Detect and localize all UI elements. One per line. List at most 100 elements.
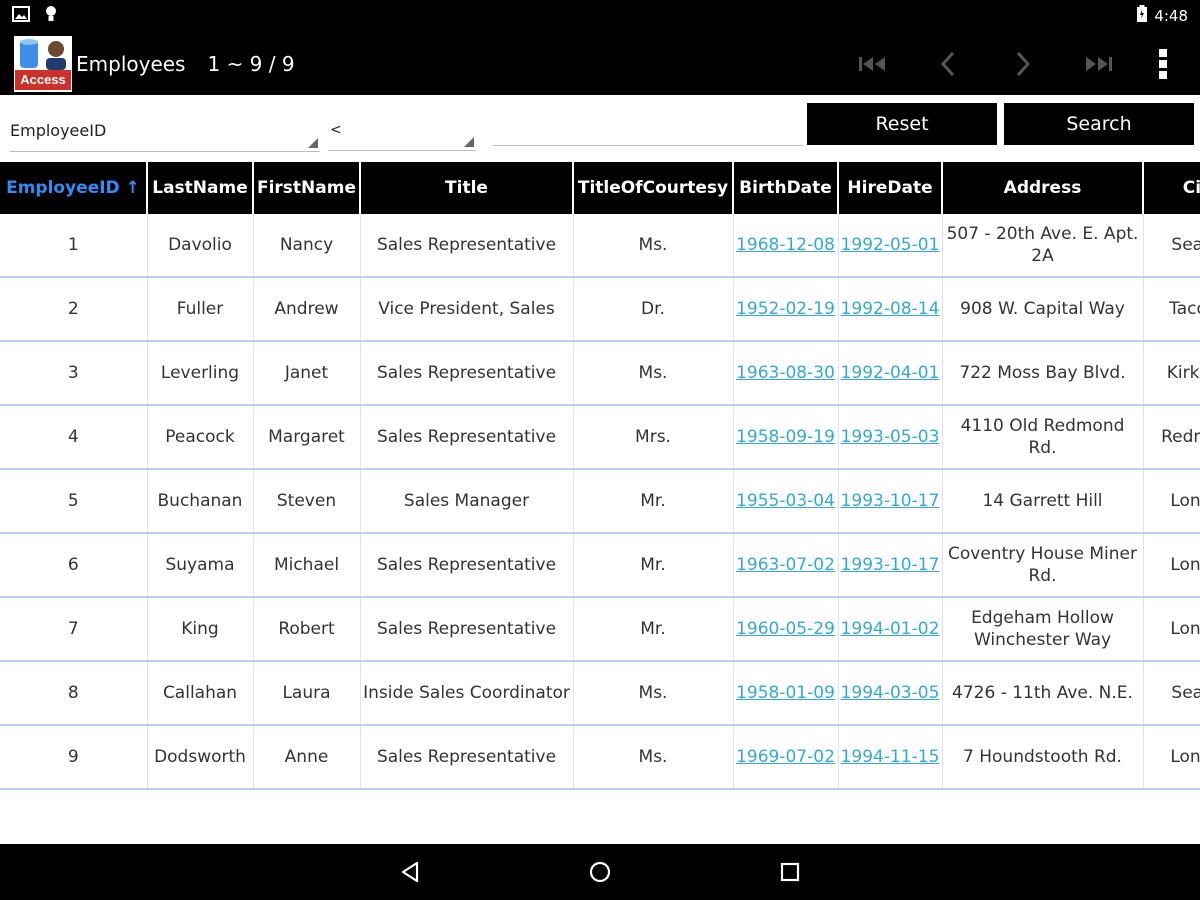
hire-date-link[interactable]: 1994-01-02 [841, 619, 940, 639]
home-icon[interactable] [505, 844, 695, 900]
cell-hire-date: 1993-05-03 [838, 405, 943, 470]
hire-date-link[interactable]: 1992-04-01 [841, 363, 940, 383]
cell-hire-date: 1992-04-01 [838, 341, 943, 406]
cell-address: 4726 - 11th Ave. N.E. [942, 661, 1144, 726]
birth-date-link[interactable]: 1969-07-02 [736, 747, 835, 767]
table-row[interactable]: 5 Buchanan Steven Sales Manager Mr. 1955-03-0… [0, 469, 1200, 534]
cell-first-name: Janet [253, 341, 361, 406]
cell-city: Kirkland [1143, 341, 1200, 406]
cell-address: Coventry House Miner Rd. [942, 533, 1144, 598]
hire-date-link[interactable]: 1993-10-17 [841, 491, 940, 511]
cell-employee-id: 9 [0, 725, 148, 790]
hire-date-link[interactable]: 1993-10-17 [841, 555, 940, 575]
cell-city: Seattle [1143, 661, 1200, 726]
system-nav-bar [0, 844, 1200, 900]
cell-first-name: Steven [253, 469, 361, 534]
birth-date-link[interactable]: 1960-05-29 [736, 619, 835, 639]
cell-first-name: Nancy [253, 214, 361, 278]
birth-date-link[interactable]: 1968-12-08 [736, 235, 835, 255]
status-time: 4:48 [1154, 7, 1188, 25]
pager [835, 32, 1135, 95]
table-row[interactable]: 6 Suyama Michael Sales Representative Mr. 196… [0, 533, 1200, 598]
cell-address: Edgeham Hollow Winchester Way [942, 597, 1144, 662]
overflow-menu-icon[interactable] [1140, 32, 1185, 95]
search-button[interactable]: Search [1004, 103, 1194, 145]
back-icon[interactable] [315, 844, 505, 900]
cell-title: Sales Representative [360, 533, 574, 598]
column-header[interactable]: TitleOfCourtesy [573, 162, 734, 214]
cell-employee-id: 8 [0, 661, 148, 726]
column-header[interactable]: Address [942, 162, 1144, 214]
cell-employee-id: 3 [0, 341, 148, 406]
column-header[interactable]: LastName [147, 162, 254, 214]
column-header[interactable]: BirthDate [733, 162, 839, 214]
hire-date-link[interactable]: 1992-08-14 [841, 299, 940, 319]
column-header[interactable]: City [1143, 162, 1200, 214]
cell-last-name: Callahan [147, 661, 254, 726]
birth-date-link[interactable]: 1952-02-19 [736, 299, 835, 319]
column-header[interactable]: FirstName [253, 162, 361, 214]
table-body: 1 Davolio Nancy Sales Representative Ms. 1968… [0, 214, 1200, 790]
sort-ascending-icon: ↑ [125, 178, 140, 198]
hire-date-link[interactable]: 1994-03-05 [841, 683, 940, 703]
bulb-icon [44, 5, 58, 27]
dropdown-triangle-icon [464, 137, 474, 147]
hire-date-link[interactable]: 1992-05-01 [841, 235, 940, 255]
table-row[interactable]: 8 Callahan Laura Inside Sales Coordinator Ms… [0, 661, 1200, 726]
hire-date-link[interactable]: 1993-05-03 [841, 427, 940, 447]
cell-city: Redmond [1143, 405, 1200, 470]
cell-courtesy: Dr. [573, 277, 734, 342]
column-header[interactable]: EmployeeID ↑ [0, 162, 148, 214]
birth-date-link[interactable]: 1955-03-04 [736, 491, 835, 511]
table-row[interactable]: 2 Fuller Andrew Vice President, Sales Dr. 195… [0, 277, 1200, 342]
prev-page-icon[interactable] [910, 32, 985, 95]
cell-first-name: Michael [253, 533, 361, 598]
table-header-row: EmployeeID ↑ LastName FirstName Title Tit… [0, 162, 1200, 214]
cell-employee-id: 6 [0, 533, 148, 598]
cell-title: Sales Representative [360, 214, 574, 278]
table-row[interactable]: 1 Davolio Nancy Sales Representative Ms. 1968… [0, 214, 1200, 278]
cell-birth-date: 1963-07-02 [733, 533, 839, 598]
filter-operator-value: < [330, 121, 342, 138]
first-page-icon[interactable] [835, 32, 910, 95]
birth-date-link[interactable]: 1963-08-30 [736, 363, 835, 383]
cell-employee-id: 2 [0, 277, 148, 342]
cell-birth-date: 1960-05-29 [733, 597, 839, 662]
cell-hire-date: 1993-10-17 [838, 533, 943, 598]
reset-button[interactable]: Reset [807, 103, 997, 145]
hire-date-link[interactable]: 1994-11-15 [841, 747, 940, 767]
filter-bar: EmployeeID < Reset Search [0, 95, 1200, 160]
filter-value-input[interactable] [493, 109, 803, 146]
cell-city: London [1143, 725, 1200, 790]
column-header[interactable]: HireDate [838, 162, 943, 214]
image-icon [12, 6, 30, 26]
cell-title: Sales Representative [360, 597, 574, 662]
table-row[interactable]: 3 Leverling Janet Sales Representative Ms. 19… [0, 341, 1200, 406]
page-title: Employees [76, 51, 186, 76]
last-page-icon[interactable] [1060, 32, 1135, 95]
cell-first-name: Andrew [253, 277, 361, 342]
column-header[interactable]: Title [360, 162, 574, 214]
cell-last-name: Buchanan [147, 469, 254, 534]
cell-hire-date: 1992-08-14 [838, 277, 943, 342]
birth-date-link[interactable]: 1963-07-02 [736, 555, 835, 575]
cell-title: Vice President, Sales [360, 277, 574, 342]
cell-employee-id: 7 [0, 597, 148, 662]
filter-operator-select[interactable]: < [328, 109, 476, 151]
record-range: 1 ~ 9 / 9 [207, 51, 295, 76]
cell-city: Seattle [1143, 214, 1200, 278]
filter-field-select[interactable]: EmployeeID [10, 109, 320, 152]
table-row[interactable]: 4 Peacock Margaret Sales Representative Mrs.… [0, 405, 1200, 470]
employees-table: EmployeeID ↑ LastName FirstName Title Tit… [0, 162, 1200, 790]
cell-city: Tacoma [1143, 277, 1200, 342]
cell-title: Sales Manager [360, 469, 574, 534]
cell-first-name: Robert [253, 597, 361, 662]
table-row[interactable]: 9 Dodsworth Anne Sales Representative Ms. 196… [0, 725, 1200, 790]
birth-date-link[interactable]: 1958-09-19 [736, 427, 835, 447]
next-page-icon[interactable] [985, 32, 1060, 95]
cell-birth-date: 1958-01-09 [733, 661, 839, 726]
cell-courtesy: Ms. [573, 725, 734, 790]
table-row[interactable]: 7 King Robert Sales Representative Mr. 1960-0… [0, 597, 1200, 662]
recents-icon[interactable] [695, 844, 885, 900]
birth-date-link[interactable]: 1958-01-09 [736, 683, 835, 703]
